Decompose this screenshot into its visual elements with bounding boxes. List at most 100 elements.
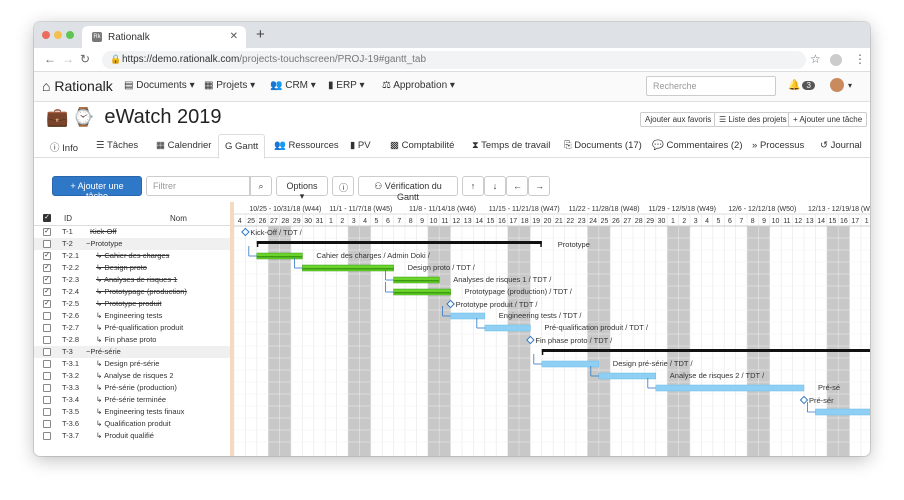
task-checkbox[interactable] (43, 360, 51, 368)
task-name[interactable]: ↳ Qualification produit (96, 418, 171, 430)
arrow-down-icon[interactable]: ↓ (484, 176, 506, 196)
task-checkbox[interactable]: ✓ (43, 252, 51, 260)
task-name[interactable]: ↳ Design pré-série (96, 358, 159, 370)
arrow-right-icon[interactable]: → (528, 176, 550, 196)
nav-crm[interactable]: 👥 CRM ▾ (270, 80, 316, 91)
task-name[interactable]: ↳ Prototype produit (96, 298, 162, 310)
tab-taches[interactable]: ☰ Tâches (96, 140, 138, 151)
reload-icon[interactable]: ↻ (80, 52, 90, 66)
tab-pv[interactable]: ▮ PV (350, 140, 371, 151)
tab-gantt[interactable]: G Gantt (218, 134, 266, 159)
task-checkbox[interactable]: ✓ (43, 264, 51, 272)
task-row[interactable]: ✓ T-1 Kick-Off (34, 226, 230, 238)
minimize-window-icon[interactable] (54, 31, 62, 39)
add-favorite-button[interactable]: Ajouter aux favoris (640, 112, 717, 127)
close-window-icon[interactable] (42, 31, 50, 39)
tab-info[interactable]: ⓘ Info (50, 140, 78, 154)
task-row[interactable]: ✓ T-2.5 ↳ Prototype produit (34, 298, 230, 310)
filter-input[interactable]: Filtrer (146, 176, 250, 196)
brand[interactable]: ⌂ Rationalk (42, 78, 113, 94)
search-icon[interactable]: ⌕ (250, 176, 272, 196)
task-name[interactable]: ↳ Produit qualifié (96, 430, 154, 442)
task-name[interactable]: ↳ Analyse de risques 2 (96, 370, 174, 382)
nav-erp[interactable]: ▮ ERP ▾ (328, 80, 364, 91)
info-icon[interactable]: ⓘ (332, 176, 354, 196)
task-row[interactable]: ✓ T-2.4 ↳ Prototypage (production) (34, 286, 230, 298)
search-input[interactable]: Recherche (646, 76, 776, 96)
tab-calendrier[interactable]: ▦ Calendrier (156, 140, 211, 151)
task-name[interactable]: ↳ Analyses de risques 1 (96, 274, 177, 286)
task-row[interactable]: T-3.5 ↳ Engineering tests finaux (34, 406, 230, 418)
tab-journal[interactable]: ↺ Journal (820, 140, 862, 151)
tab-ressources[interactable]: 👥 Ressources (274, 140, 339, 151)
task-row[interactable]: ✓ T-2.1 ↳ Cahier des charges (34, 250, 230, 262)
task-checkbox[interactable] (43, 372, 51, 380)
tab-comptabilite[interactable]: ▩ Comptabilité (390, 140, 454, 151)
task-row[interactable]: T-3.6 ↳ Qualification produit (34, 418, 230, 430)
task-checkbox[interactable] (43, 420, 51, 428)
task-checkbox[interactable] (43, 384, 51, 392)
project-list-button[interactable]: ☰ Liste des projets (714, 112, 792, 127)
nav-documents[interactable]: ▤ Documents ▾ (124, 80, 195, 91)
task-row[interactable]: T-3.7 ↳ Produit qualifié (34, 430, 230, 442)
task-row[interactable]: T-2.8 ↳ Fin phase proto (34, 334, 230, 346)
task-name[interactable]: ↳ Design proto (96, 262, 147, 274)
task-row[interactable]: ✓ T-2.2 ↳ Design proto (34, 262, 230, 274)
task-checkbox[interactable] (43, 312, 51, 320)
task-name[interactable]: −Pré-série (86, 346, 121, 358)
nav-approbation[interactable]: ⚖ Approbation ▾ (382, 80, 455, 91)
task-name[interactable]: Kick-Off (90, 226, 117, 238)
task-checkbox[interactable]: ✓ (43, 300, 51, 308)
task-checkbox[interactable] (43, 324, 51, 332)
nav-projets[interactable]: ▦ Projets ▾ (204, 80, 255, 91)
task-row[interactable]: T-3.2 ↳ Analyse de risques 2 (34, 370, 230, 382)
task-checkbox[interactable]: ✓ (43, 276, 51, 284)
task-checkbox[interactable]: ✓ (43, 228, 51, 236)
select-all-checkbox[interactable]: ✓ (43, 214, 51, 222)
tab-temps[interactable]: ⧗ Temps de travail (472, 140, 550, 151)
task-row[interactable]: T-2.6 ↳ Engineering tests (34, 310, 230, 322)
arrow-left-icon[interactable]: ← (506, 176, 528, 196)
task-checkbox[interactable] (43, 240, 51, 248)
task-name[interactable]: ↳ Fin phase proto (96, 334, 156, 346)
url-field[interactable]: 🔒 https://demo.rationalk.com/projects-to… (102, 51, 806, 69)
close-tab-icon[interactable]: ✕ (230, 31, 238, 42)
forward-icon[interactable]: → (62, 52, 74, 66)
task-checkbox[interactable] (43, 336, 51, 344)
new-tab-icon[interactable]: + (256, 26, 265, 43)
task-row[interactable]: T-2.7 ↳ Pré-qualification produit (34, 322, 230, 334)
task-checkbox[interactable] (43, 348, 51, 356)
back-icon[interactable]: ← (44, 52, 56, 66)
task-name[interactable]: ↳ Pré-série terminée (96, 394, 166, 406)
task-checkbox[interactable] (43, 396, 51, 404)
maximize-window-icon[interactable] (66, 31, 74, 39)
chevron-down-icon[interactable]: ▾ (848, 81, 852, 90)
verify-gantt-button[interactable]: ⚇ Vérification du Gantt (358, 176, 458, 202)
task-name[interactable]: ↳ Engineering tests finaux (96, 406, 184, 418)
tab-documents[interactable]: ⎘ Documents (17) (564, 140, 642, 151)
browser-menu-icon[interactable]: ⋮ (854, 52, 866, 66)
task-row[interactable]: T-3.4 ↳ Pré-série terminée (34, 394, 230, 406)
add-task-button[interactable]: + Ajouter une tâche (52, 176, 142, 201)
task-checkbox[interactable] (43, 408, 51, 416)
task-name[interactable]: ↳ Cahier des charges (96, 250, 169, 262)
task-row[interactable]: T-3.1 ↳ Design pré-série (34, 358, 230, 370)
arrow-up-icon[interactable]: ↑ (462, 176, 484, 196)
task-name[interactable]: ↳ Prototypage (production) (96, 286, 187, 298)
task-checkbox[interactable]: ✓ (43, 288, 51, 296)
task-row[interactable]: T-3 −Pré-série (34, 346, 230, 358)
task-row[interactable]: ✓ T-2.3 ↳ Analyses de risques 1 (34, 274, 230, 286)
task-name[interactable]: ↳ Pré-série (production) (96, 382, 177, 394)
avatar[interactable] (830, 78, 844, 92)
tab-commentaires[interactable]: 💬 Commentaires (2) (652, 140, 743, 151)
task-name[interactable]: −Prototype (86, 238, 122, 250)
task-name[interactable]: ↳ Pré-qualification produit (96, 322, 183, 334)
task-checkbox[interactable] (43, 432, 51, 440)
profile-icon[interactable] (830, 54, 842, 66)
add-task-small-button[interactable]: + Ajouter une tâche (788, 112, 868, 127)
tab-processus[interactable]: » Processus (752, 140, 804, 151)
task-row[interactable]: T-3.3 ↳ Pré-série (production) (34, 382, 230, 394)
notifications[interactable]: 🔔 3 (788, 80, 815, 91)
task-row[interactable]: T-2 −Prototype (34, 238, 230, 250)
browser-tab[interactable]: Rk Rationalk ✕ (82, 26, 246, 48)
